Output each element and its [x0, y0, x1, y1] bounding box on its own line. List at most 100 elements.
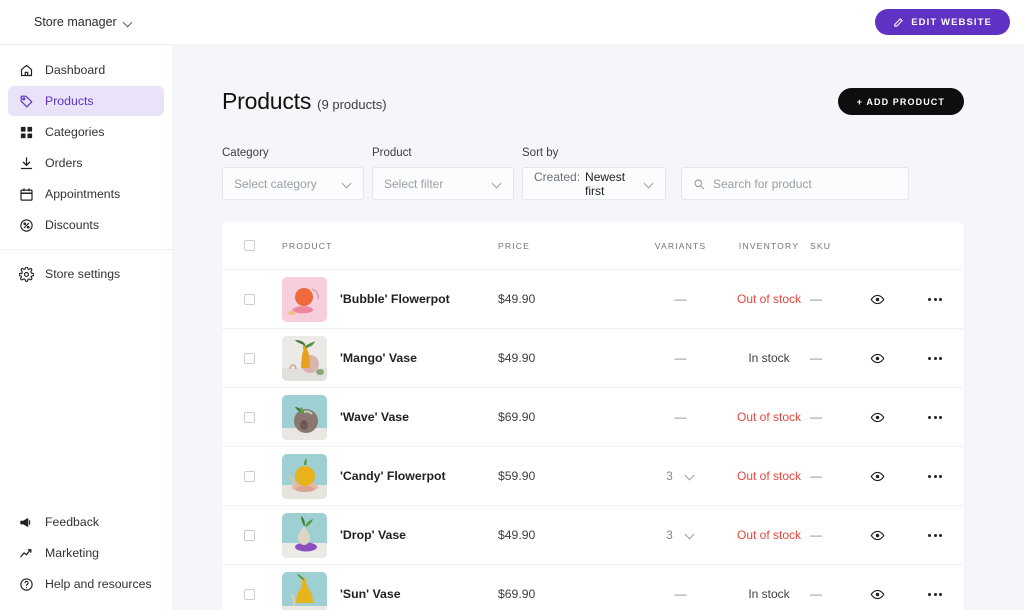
category-select[interactable]: Select category — [222, 167, 364, 200]
chevron-down-icon[interactable] — [686, 531, 695, 540]
variants-value: — — [675, 292, 687, 306]
download-icon — [18, 155, 34, 171]
row-more-actions-button[interactable] — [928, 534, 942, 537]
product-sku: — — [810, 528, 822, 542]
inventory-status: In stock — [748, 351, 789, 365]
category-select-value: Select category — [234, 177, 317, 191]
product-filter-label: Product — [372, 147, 514, 159]
row-more-actions-button[interactable] — [928, 298, 942, 301]
sidebar-item-label: Products — [45, 94, 94, 108]
sidebar-item-label: Dashboard — [45, 63, 105, 77]
inventory-status: In stock — [748, 587, 789, 601]
question-circle-icon — [18, 576, 34, 592]
row-more-actions-button[interactable] — [928, 593, 942, 596]
preview-eye-icon[interactable] — [870, 528, 885, 543]
row-checkbox[interactable] — [244, 353, 255, 364]
sort-select-value: Newest first — [585, 170, 635, 198]
product-sku: — — [810, 410, 822, 424]
product-name: 'Wave' Vase — [340, 410, 409, 424]
row-more-actions-button[interactable] — [928, 357, 942, 360]
gear-icon — [18, 266, 34, 282]
table-row[interactable]: 'Drop' Vase$49.903Out of stock— — [222, 506, 964, 565]
product-count: (9 products) — [317, 97, 386, 112]
table-row[interactable]: 'Candy' Flowerpot$59.903Out of stock— — [222, 447, 964, 506]
chevron-down-icon — [343, 179, 352, 188]
search-icon — [693, 178, 705, 190]
select-all-checkbox[interactable] — [244, 240, 255, 251]
preview-eye-icon[interactable] — [870, 469, 885, 484]
table-row[interactable]: 'Wave' Vase$69.90—Out of stock— — [222, 388, 964, 447]
chevron-down-icon — [124, 18, 133, 27]
page-title-group: Products(9 products) — [222, 88, 387, 115]
product-sku: — — [810, 292, 822, 306]
sidebar-item-dashboard[interactable]: Dashboard — [8, 55, 164, 85]
row-more-actions-button[interactable] — [928, 416, 942, 419]
sidebar-item-products[interactable]: Products — [8, 86, 164, 116]
table-row[interactable]: 'Sun' Vase $69.90 — In stock — — [222, 565, 964, 610]
product-name: 'Candy' Flowerpot — [340, 469, 446, 483]
sidebar-item-appointments[interactable]: Appointments — [8, 179, 164, 209]
sidebar-primary-nav: Dashboard Products — [0, 55, 172, 290]
sidebar-item-label: Marketing — [45, 546, 99, 560]
inventory-status: Out of stock — [737, 469, 801, 483]
preview-eye-icon[interactable] — [870, 292, 885, 307]
product-price: $49.90 — [498, 292, 535, 306]
table-row[interactable]: 'Bubble' Flowerpot$49.90—Out of stock— — [222, 270, 964, 329]
column-header-variants: VARIANTS — [633, 241, 728, 251]
chevron-down-icon — [493, 179, 502, 188]
sidebar-item-categories[interactable]: Categories — [8, 117, 164, 147]
table-row[interactable]: 'Mango' Vase$49.90—In stock— — [222, 329, 964, 388]
chevron-down-icon — [645, 179, 654, 188]
row-more-actions-button[interactable] — [928, 475, 942, 478]
sidebar-item-label: Discounts — [45, 218, 99, 232]
row-checkbox[interactable] — [244, 530, 255, 541]
discount-icon — [18, 217, 34, 233]
sidebar-item-discounts[interactable]: Discounts — [8, 210, 164, 240]
sidebar-item-label: Help and resources — [45, 577, 152, 591]
filter-bar: Category Select category Product Select … — [222, 147, 964, 200]
variants-value: — — [675, 587, 687, 601]
edit-website-button[interactable]: EDIT WEBSITE — [875, 9, 1010, 35]
preview-eye-icon[interactable] — [870, 410, 885, 425]
sidebar-item-label: Orders — [45, 156, 83, 170]
chevron-down-icon[interactable] — [686, 472, 695, 481]
preview-eye-icon[interactable] — [870, 587, 885, 602]
search-box[interactable] — [681, 167, 909, 200]
row-checkbox[interactable] — [244, 471, 255, 482]
add-product-button[interactable]: + ADD PRODUCT — [838, 88, 964, 115]
product-price: $59.90 — [498, 469, 535, 483]
sidebar-item-label: Store settings — [45, 267, 120, 281]
preview-eye-icon[interactable] — [870, 351, 885, 366]
inventory-status: Out of stock — [737, 292, 801, 306]
category-filter: Category Select category — [222, 147, 364, 200]
product-price: $69.90 — [498, 587, 535, 601]
product-price: $49.90 — [498, 351, 535, 365]
megaphone-icon — [18, 514, 34, 530]
sidebar-item-label: Appointments — [45, 187, 120, 201]
home-icon — [18, 62, 34, 78]
row-checkbox[interactable] — [244, 294, 255, 305]
product-name: 'Drop' Vase — [340, 528, 406, 542]
sidebar-item-marketing[interactable]: Marketing — [8, 538, 164, 568]
row-checkbox[interactable] — [244, 589, 255, 600]
sidebar-item-feedback[interactable]: Feedback — [8, 507, 164, 537]
calendar-icon — [18, 186, 34, 202]
variants-value: — — [675, 351, 687, 365]
store-switcher[interactable]: Store manager — [28, 11, 139, 33]
sort-select[interactable]: Created: Newest first — [522, 167, 666, 200]
product-select[interactable]: Select filter — [372, 167, 514, 200]
sort-key-label: Created: — [534, 170, 580, 184]
product-thumbnail — [282, 395, 327, 440]
variants-value: 3 — [666, 469, 673, 483]
row-checkbox[interactable] — [244, 412, 255, 423]
sidebar-item-store-settings[interactable]: Store settings — [8, 259, 164, 289]
product-name: 'Sun' Vase — [340, 587, 401, 601]
product-thumbnail — [282, 572, 327, 610]
tag-icon — [18, 93, 34, 109]
inventory-status: Out of stock — [737, 410, 801, 424]
sidebar-item-help[interactable]: Help and resources — [8, 569, 164, 599]
search-input[interactable] — [713, 177, 897, 191]
sidebar-item-orders[interactable]: Orders — [8, 148, 164, 178]
product-sku: — — [810, 587, 822, 601]
sort-filter-label: Sort by — [522, 147, 666, 159]
